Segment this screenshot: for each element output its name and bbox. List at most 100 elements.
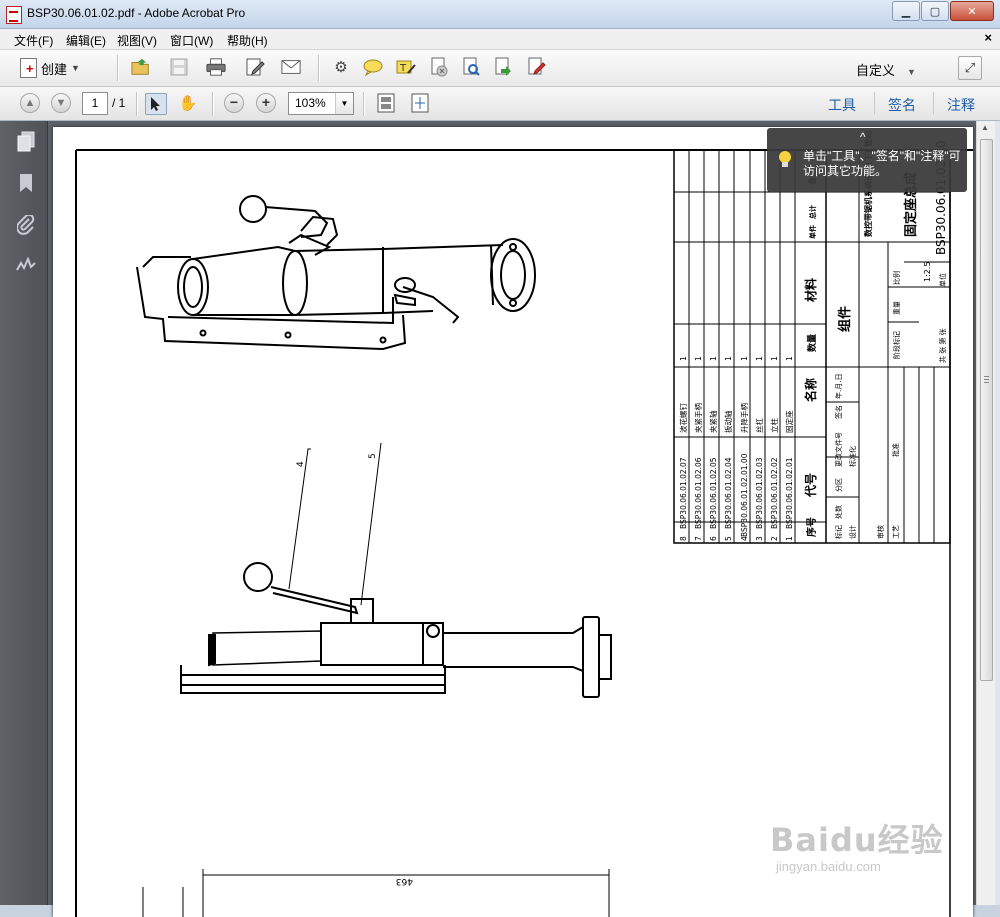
sheets-label: 共 张 第 张	[938, 328, 947, 363]
page-number-input[interactable]: 1	[82, 92, 108, 115]
scale-label: 比例	[892, 271, 901, 285]
dimension-label: 463	[396, 876, 413, 886]
create-document-icon	[20, 58, 37, 78]
toolbar-separator	[318, 55, 320, 81]
menu-file[interactable]: 文件(F)	[14, 32, 53, 49]
stage-label: 阶段标记	[892, 331, 901, 359]
expand-icon[interactable]: ⤢	[958, 56, 982, 80]
next-page-icon[interactable]: ▼	[51, 93, 71, 113]
toolbar-separator	[117, 55, 119, 81]
part-name-1: 固定座	[784, 410, 794, 433]
category-label: 组件	[837, 306, 853, 332]
hand-tool-icon[interactable]: ✋	[178, 93, 198, 113]
comment-pane-link[interactable]: 注释	[947, 95, 975, 115]
signoff-change-doc: 更改文件号	[834, 432, 843, 467]
menu-help[interactable]: 帮助(H)	[227, 32, 268, 49]
page-thumbnails-icon[interactable]	[16, 131, 36, 153]
parts-list-text: BSP30.06.01.02.07 BSP30.06.01.02.06 BSP3…	[678, 356, 794, 541]
part-index-4: 4	[740, 536, 749, 541]
menu-edit[interactable]: 编辑(E)	[66, 32, 106, 49]
part-code-7: BSP30.06.01.02.06	[694, 457, 703, 529]
side-view	[180, 562, 612, 698]
part-index-8: 8	[679, 536, 688, 541]
create-button[interactable]: 创建 ▼	[20, 58, 80, 78]
edit-document-icon[interactable]	[245, 57, 265, 77]
tools-pane-link[interactable]: 工具	[828, 95, 856, 115]
export-document-icon[interactable]	[493, 57, 513, 77]
zoom-out-icon[interactable]: −	[224, 93, 244, 113]
menu-window[interactable]: 窗口(W)	[170, 32, 213, 49]
header-total-weight: 总计	[808, 205, 817, 219]
scale-value: 1:2.5	[923, 261, 932, 282]
part-index-6: 6	[709, 536, 718, 541]
document-area[interactable]: BSP30.06.01.02.07 BSP30.06.01.02.06 BSP3…	[48, 121, 976, 917]
find-document-icon[interactable]	[461, 57, 481, 77]
toolbar-separator	[136, 92, 138, 116]
comment-icon[interactable]	[363, 57, 383, 77]
part-code-8: BSP30.06.01.02.07	[679, 457, 688, 529]
signoff-mark: 标记	[834, 525, 843, 539]
tools-tip-popup: ^ 单击"工具"、"签名"和"注释"可访问其它功能。	[767, 128, 967, 192]
menu-view[interactable]: 视图(V)	[117, 32, 157, 49]
signoff-approve: 批准	[891, 443, 900, 457]
part-qty-1: 1	[785, 356, 794, 361]
signoff-standard: 标准化	[848, 446, 857, 467]
zoom-select[interactable]: 103% ▼	[288, 92, 354, 115]
collapse-caret-icon[interactable]: ^	[860, 130, 866, 144]
minimize-button[interactable]: ▁	[892, 1, 920, 21]
zoom-in-icon[interactable]: +	[256, 93, 276, 113]
window-border	[995, 121, 1000, 905]
signoff-process: 工艺	[892, 525, 900, 539]
tooltip-text: 单击"工具"、"签名"和"注释"可访问其它功能。	[803, 149, 961, 178]
part-code-1: BSP30.06.01.02.01	[785, 457, 794, 529]
close-document-button[interactable]: ×	[984, 30, 992, 45]
save-icon[interactable]	[169, 57, 189, 77]
part-name-8: 波花螺钉	[678, 403, 688, 433]
attachment-icon[interactable]	[16, 213, 36, 237]
signature-icon[interactable]	[16, 256, 36, 279]
lightbulb-icon	[777, 150, 793, 170]
header-qty: 数量	[806, 334, 818, 352]
chevron-down-icon: ▼	[71, 63, 80, 73]
part-name-3: 丝杠	[754, 418, 764, 433]
part-qty-2: 1	[770, 356, 779, 361]
scrollbar-thumb[interactable]	[980, 139, 993, 681]
highlight-text-icon[interactable]: T	[396, 57, 416, 77]
scroll-up-icon[interactable]: ▲	[981, 123, 989, 132]
vertical-scrollbar[interactable]: ▲	[976, 121, 995, 905]
header-material: 材料	[803, 278, 818, 303]
part-qty-6: 1	[709, 356, 718, 361]
previous-page-icon[interactable]: ▲	[20, 93, 40, 113]
sign-pane-link[interactable]: 签名	[888, 95, 916, 115]
close-window-button[interactable]: ✕	[950, 1, 994, 21]
open-folder-icon[interactable]	[131, 57, 151, 77]
toolbar-separator	[933, 92, 934, 114]
print-icon[interactable]	[206, 57, 226, 77]
company-label: 单位	[938, 273, 947, 287]
pdf-app-icon	[6, 6, 22, 24]
part-index-7: 7	[694, 536, 703, 541]
sign-document-icon[interactable]	[526, 57, 546, 77]
toolbar-separator	[363, 92, 365, 116]
svg-text:T: T	[399, 63, 407, 74]
gear-icon[interactable]: ⚙	[331, 57, 351, 77]
select-tool-icon[interactable]	[145, 93, 167, 115]
chevron-down-icon[interactable]: ▼	[335, 93, 353, 114]
bookmark-icon[interactable]	[16, 173, 36, 195]
part-name-4: 升降手柄	[739, 403, 749, 433]
menu-bar: 文件(F) 编辑(E) 视图(V) 窗口(W) 帮助(H) ×	[0, 29, 1000, 50]
signoff-sign: 签名	[834, 405, 843, 419]
bottom-dimension	[142, 869, 610, 917]
part-name-2: 立柱	[769, 418, 779, 433]
part-qty-3: 1	[755, 356, 764, 361]
secure-document-icon[interactable]	[429, 57, 449, 77]
customize-dropdown[interactable]: 自定义 ▼	[856, 60, 916, 79]
header-name: 名称	[803, 378, 818, 402]
email-icon[interactable]	[281, 57, 301, 77]
fit-page-icon[interactable]	[376, 93, 396, 113]
pdf-page[interactable]: BSP30.06.01.02.07 BSP30.06.01.02.06 BSP3…	[53, 127, 973, 917]
maximize-button[interactable]: ▢	[921, 1, 949, 21]
header-code: 代号	[803, 473, 818, 498]
full-screen-icon[interactable]	[410, 93, 430, 113]
part-code-5: BSP30.06.01.02.04	[724, 457, 733, 529]
